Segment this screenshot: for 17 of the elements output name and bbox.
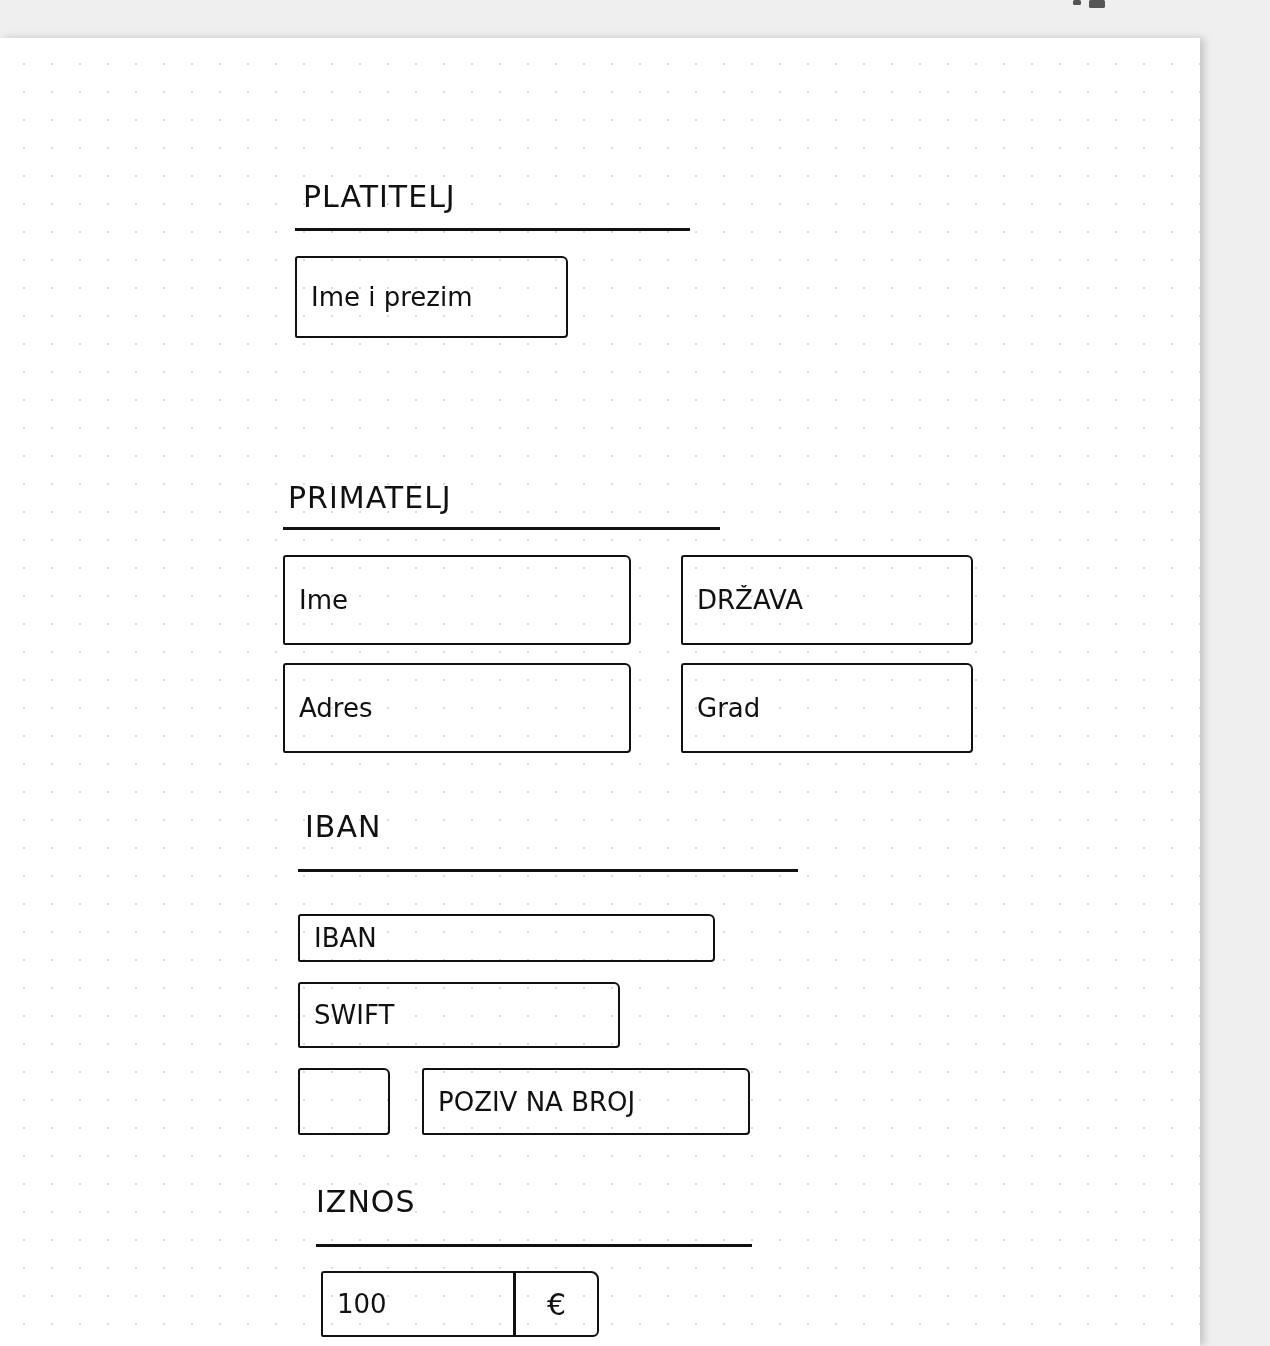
input-field[interactable]: IBAN bbox=[298, 914, 715, 962]
input-field[interactable]: SWIFT bbox=[298, 982, 620, 1048]
input-field[interactable]: Adres bbox=[283, 663, 631, 753]
amount-field[interactable]: 100 bbox=[321, 1271, 515, 1337]
input-field[interactable]: Ime i prezim bbox=[295, 256, 568, 338]
input-field[interactable]: Grad bbox=[681, 663, 973, 753]
section-heading: PRIMATELJ bbox=[288, 481, 452, 514]
section-heading: IZNOS bbox=[316, 1185, 416, 1218]
section-heading: PLATITELJ bbox=[303, 180, 456, 213]
input-field[interactable]: POZIV NA BROJ bbox=[422, 1068, 750, 1135]
input-field[interactable]: DRŽAVA bbox=[681, 555, 973, 645]
input-field[interactable] bbox=[298, 1068, 390, 1135]
currency-addon: € bbox=[514, 1271, 599, 1337]
partial-icon[interactable] bbox=[1089, 0, 1105, 8]
input-field[interactable]: Ime bbox=[283, 555, 631, 645]
partial-icon[interactable] bbox=[1073, 0, 1081, 5]
section-heading: IBAN bbox=[305, 810, 382, 843]
